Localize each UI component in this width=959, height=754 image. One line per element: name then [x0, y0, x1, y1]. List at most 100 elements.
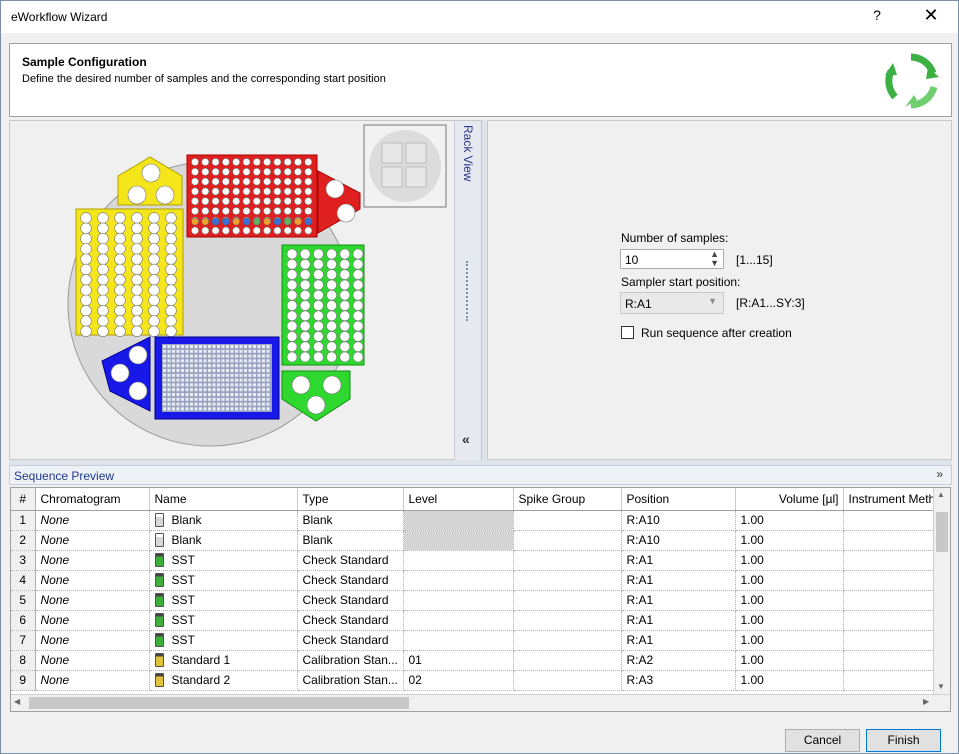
level-cell[interactable]: 02	[403, 670, 514, 691]
position-cell[interactable]: R:A1	[621, 610, 736, 631]
position-cell[interactable]: R:A3	[621, 670, 736, 691]
type-cell[interactable]: Check Standard	[297, 630, 404, 651]
name-cell[interactable]: Blank	[149, 530, 298, 551]
volume-cell[interactable]: 1.00	[735, 670, 844, 691]
chromatogram-cell[interactable]: None	[35, 670, 150, 691]
column-header[interactable]: Instrument Metho	[843, 488, 943, 511]
help-button[interactable]: ?	[869, 7, 885, 23]
table-row[interactable]: 2 None Blank Blank R:A10 1.00	[11, 530, 943, 551]
name-cell[interactable]: SST	[149, 550, 298, 571]
spike-group-cell[interactable]	[513, 530, 622, 551]
close-button[interactable]: ✕	[921, 5, 941, 26]
position-cell[interactable]: R:A1	[621, 630, 736, 651]
run-sequence-checkbox[interactable]	[621, 326, 634, 339]
column-header[interactable]: Volume [µl]	[735, 488, 844, 511]
position-cell[interactable]: R:A10	[621, 530, 736, 551]
instrument-method-cell[interactable]	[843, 550, 943, 571]
resize-grip-icon[interactable]	[466, 261, 472, 321]
scroll-thumb[interactable]	[936, 512, 948, 552]
level-cell[interactable]	[403, 550, 514, 571]
name-cell[interactable]: SST	[149, 630, 298, 651]
rack-overview-thumbnail[interactable]	[363, 124, 447, 208]
rack-yellow-vial-holder[interactable]	[117, 156, 183, 206]
rack-red-96-well[interactable]	[186, 154, 318, 238]
column-header[interactable]: Type	[297, 488, 404, 511]
spinner-arrows-icon[interactable]: ▲ ▼	[710, 250, 719, 268]
column-header[interactable]: Position	[621, 488, 736, 511]
position-cell[interactable]: R:A2	[621, 650, 736, 671]
column-header[interactable]: Level	[403, 488, 514, 511]
rack-view-diagram[interactable]	[10, 121, 454, 461]
level-cell[interactable]	[403, 590, 514, 611]
table-row[interactable]: 4 None SST Check Standard R:A1 1.00	[11, 570, 943, 591]
table-row[interactable]: 3 None SST Check Standard R:A1 1.00	[11, 550, 943, 571]
level-cell[interactable]	[403, 630, 514, 651]
instrument-method-cell[interactable]	[843, 630, 943, 651]
position-cell[interactable]: R:A1	[621, 570, 736, 591]
spike-group-cell[interactable]	[513, 510, 622, 531]
collapse-rack-button[interactable]: «	[462, 431, 470, 447]
level-cell[interactable]	[403, 570, 514, 591]
row-number[interactable]: 2	[11, 530, 36, 551]
chromatogram-cell[interactable]: None	[35, 550, 150, 571]
spike-group-cell[interactable]	[513, 670, 622, 691]
spike-group-cell[interactable]	[513, 610, 622, 631]
instrument-method-cell[interactable]	[843, 590, 943, 611]
level-cell[interactable]	[403, 510, 514, 531]
spike-group-cell[interactable]	[513, 650, 622, 671]
spike-group-cell[interactable]	[513, 550, 622, 571]
level-cell[interactable]: 01	[403, 650, 514, 671]
column-header[interactable]: Spike Group	[513, 488, 622, 511]
chromatogram-cell[interactable]: None	[35, 570, 150, 591]
rack-blue-384-well[interactable]	[154, 336, 280, 420]
volume-cell[interactable]: 1.00	[735, 650, 844, 671]
spike-group-cell[interactable]	[513, 570, 622, 591]
start-position-select[interactable]: R:A1 ▼	[620, 292, 724, 314]
finish-button[interactable]: Finish	[866, 729, 941, 752]
row-number[interactable]: 7	[11, 630, 36, 651]
level-cell[interactable]	[403, 610, 514, 631]
table-row[interactable]: 7 None SST Check Standard R:A1 1.00	[11, 630, 943, 651]
instrument-method-cell[interactable]	[843, 510, 943, 531]
type-cell[interactable]: Check Standard	[297, 550, 404, 571]
rack-view-sidebar[interactable]: Rack View «	[454, 121, 482, 461]
row-number[interactable]: 6	[11, 610, 36, 631]
scroll-left-icon[interactable]: ◀	[14, 697, 20, 706]
name-cell[interactable]: Standard 1	[149, 650, 298, 671]
position-cell[interactable]: R:A10	[621, 510, 736, 531]
chromatogram-cell[interactable]: None	[35, 510, 150, 531]
volume-cell[interactable]: 1.00	[735, 610, 844, 631]
name-cell[interactable]: SST	[149, 590, 298, 611]
rack-red-vial-holder[interactable]	[317, 170, 361, 234]
instrument-method-cell[interactable]	[843, 670, 943, 691]
scroll-thumb-horizontal[interactable]	[29, 697, 409, 709]
spike-group-cell[interactable]	[513, 590, 622, 611]
volume-cell[interactable]: 1.00	[735, 530, 844, 551]
type-cell[interactable]: Check Standard	[297, 610, 404, 631]
spike-group-cell[interactable]	[513, 630, 622, 651]
cancel-button[interactable]: Cancel	[785, 729, 860, 752]
volume-cell[interactable]: 1.00	[735, 630, 844, 651]
volume-cell[interactable]: 1.00	[735, 570, 844, 591]
column-header[interactable]: Chromatogram	[35, 488, 150, 511]
position-cell[interactable]: R:A1	[621, 550, 736, 571]
type-cell[interactable]: Check Standard	[297, 590, 404, 611]
name-cell[interactable]: SST	[149, 570, 298, 591]
level-cell[interactable]	[403, 530, 514, 551]
table-row[interactable]: 8 None Standard 1 Calibration Stan... 01 R:A2…	[11, 650, 943, 671]
rack-yellow-vial-rack[interactable]	[75, 208, 184, 338]
sequence-grid[interactable]: # Chromatogram Name Type Level Spike Group Pos…	[10, 487, 951, 712]
name-cell[interactable]: Blank	[149, 510, 298, 531]
row-number[interactable]: 5	[11, 590, 36, 611]
chromatogram-cell[interactable]: None	[35, 630, 150, 651]
name-cell[interactable]: Standard 2	[149, 670, 298, 691]
expand-chevron-icon[interactable]: »	[936, 467, 943, 481]
type-cell[interactable]: Calibration Stan...	[297, 670, 404, 691]
chromatogram-cell[interactable]: None	[35, 650, 150, 671]
type-cell[interactable]: Blank	[297, 510, 404, 531]
column-header[interactable]: #	[11, 488, 36, 511]
chromatogram-cell[interactable]: None	[35, 610, 150, 631]
scroll-up-icon[interactable]: ▲	[937, 490, 945, 499]
row-number[interactable]: 9	[11, 670, 36, 691]
type-cell[interactable]: Check Standard	[297, 570, 404, 591]
